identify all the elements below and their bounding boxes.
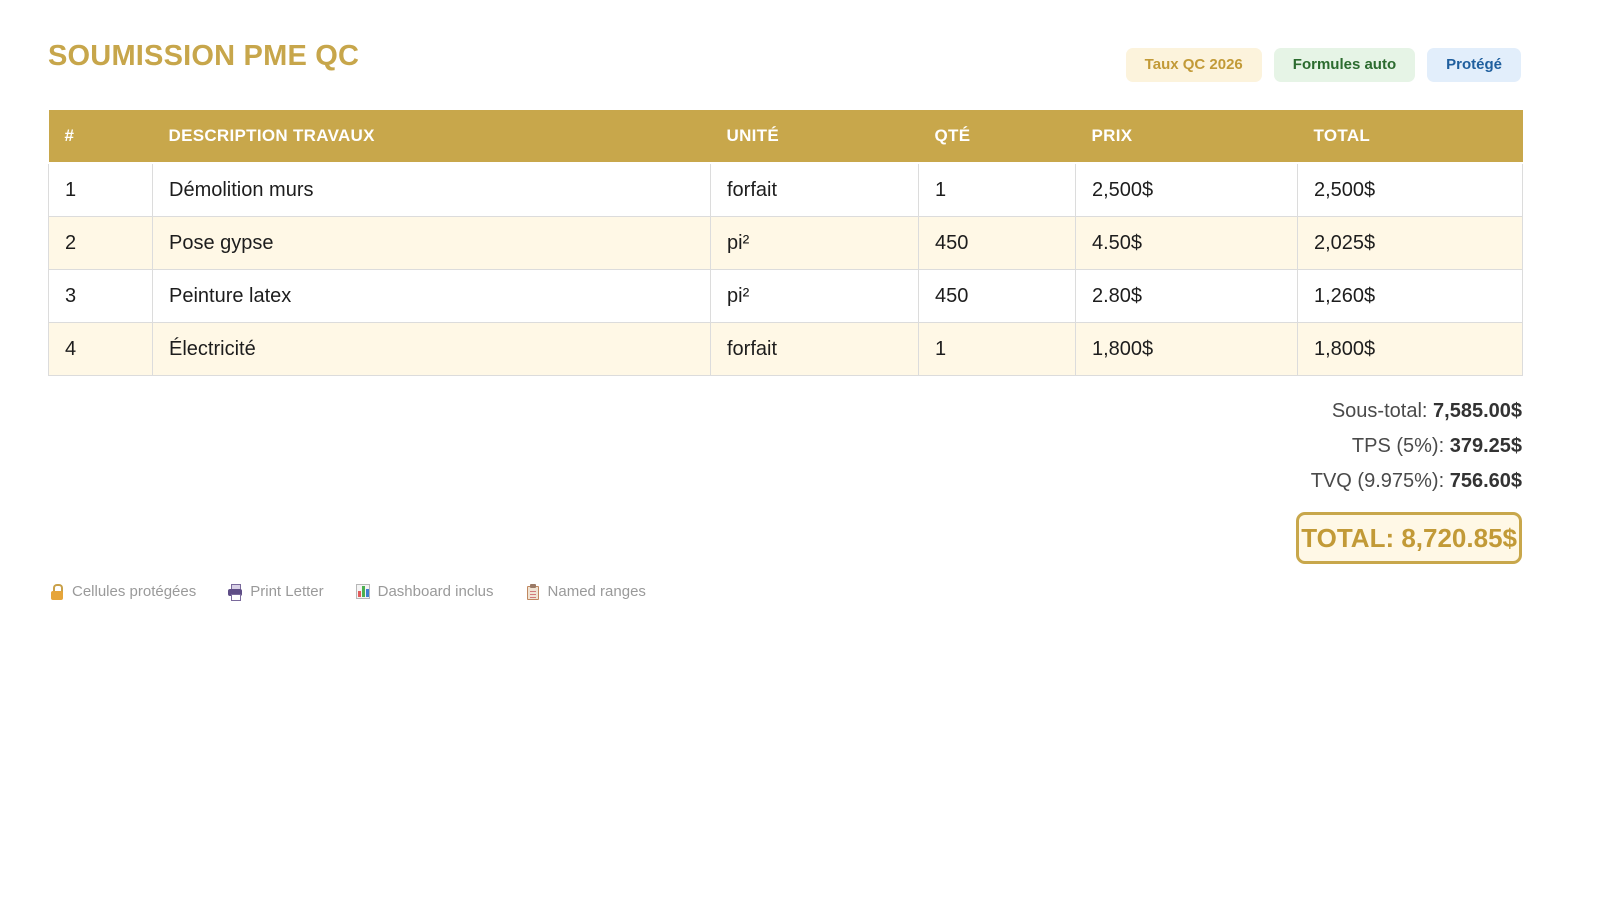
- cell-number[interactable]: 1: [48, 162, 153, 217]
- tps-label: TPS (5%):: [1351, 435, 1445, 457]
- cell-description[interactable]: Peinture latex: [152, 269, 711, 323]
- cell-quantity[interactable]: 450: [918, 269, 1076, 323]
- subtotal-value: 7,585.00$: [1433, 400, 1522, 422]
- tps-value: 379.25$: [1449, 435, 1522, 457]
- feature-dashboard: Dashboard inclus: [355, 583, 494, 600]
- rate-badge: Taux QC 2026: [1125, 48, 1262, 82]
- clipboard-icon: [526, 583, 540, 600]
- column-header-quantity: QTÉ: [918, 110, 1076, 164]
- cell-total[interactable]: 2,500$: [1297, 162, 1523, 217]
- feature-protected-cells: Cellules protégées: [50, 583, 196, 600]
- table-row: 3 Peinture latex pi² 450 2.80$ 1,260$: [48, 269, 1523, 323]
- cell-unit[interactable]: pi²: [710, 216, 919, 270]
- feature-label: Named ranges: [547, 583, 646, 600]
- column-header-price: PRIX: [1075, 110, 1298, 164]
- column-header-description: DESCRIPTION TRAVAUX: [152, 110, 711, 164]
- cell-price[interactable]: 2,500$: [1075, 162, 1298, 217]
- table-row: 2 Pose gypse pi² 450 4.50$ 2,025$: [48, 216, 1523, 270]
- feature-label: Cellules protégées: [72, 583, 197, 600]
- cell-description[interactable]: Pose gypse: [152, 216, 711, 270]
- feature-list: Cellules protégées Print Letter Dashboar…: [50, 583, 646, 601]
- page-title: SOUMISSION PME QC: [48, 40, 360, 72]
- tvq-value: 756.60$: [1449, 470, 1522, 492]
- tvq-line: TVQ (9.975%): 756.60$: [1311, 464, 1522, 499]
- printer-icon: [228, 583, 243, 601]
- cell-price[interactable]: 2.80$: [1075, 269, 1298, 323]
- cell-price[interactable]: 1,800$: [1075, 322, 1298, 376]
- cell-number[interactable]: 3: [48, 269, 153, 323]
- quote-sheet: SOUMISSION PME QC Taux QC 2026 Formules …: [0, 0, 1600, 920]
- subtotal-line: Sous-total: 7,585.00$: [1311, 394, 1522, 429]
- cell-description[interactable]: Démolition murs: [152, 162, 711, 217]
- column-header-number: #: [48, 110, 153, 164]
- feature-label: Print Letter: [250, 583, 324, 600]
- cell-unit[interactable]: forfait: [710, 322, 919, 376]
- grand-total: TOTAL: 8,720.85$: [1296, 512, 1522, 564]
- quote-table-container: # DESCRIPTION TRAVAUX UNITÉ QTÉ PRIX TOT…: [48, 110, 1523, 376]
- status-badges: Taux QC 2026 Formules auto Protégé: [1125, 48, 1521, 82]
- feature-print: Print Letter: [228, 583, 324, 601]
- cell-quantity[interactable]: 450: [918, 216, 1076, 270]
- cell-description[interactable]: Électricité: [152, 322, 711, 376]
- table-row: 4 Électricité forfait 1 1,800$ 1,800$: [48, 322, 1523, 376]
- column-header-total: TOTAL: [1297, 110, 1523, 164]
- cell-total[interactable]: 2,025$: [1297, 216, 1523, 270]
- table-header-row: # DESCRIPTION TRAVAUX UNITÉ QTÉ PRIX TOT…: [48, 110, 1523, 164]
- cell-quantity[interactable]: 1: [918, 322, 1076, 376]
- formulas-badge: Formules auto: [1273, 48, 1416, 82]
- table-row: 1 Démolition murs forfait 1 2,500$ 2,500…: [48, 162, 1523, 217]
- cell-number[interactable]: 4: [48, 322, 153, 376]
- totals-summary: Sous-total: 7,585.00$ TPS (5%): 379.25$ …: [1311, 394, 1522, 499]
- feature-label: Dashboard inclus: [377, 583, 494, 600]
- column-header-unit: UNITÉ: [710, 110, 919, 164]
- feature-named-ranges: Named ranges: [526, 583, 646, 600]
- cell-quantity[interactable]: 1: [918, 162, 1076, 217]
- cell-number[interactable]: 2: [48, 216, 153, 270]
- protected-badge: Protégé: [1427, 48, 1521, 82]
- cell-total[interactable]: 1,260$: [1297, 269, 1523, 323]
- bar-chart-icon: [355, 584, 370, 599]
- tvq-label: TVQ (9.975%):: [1310, 470, 1445, 492]
- cell-total[interactable]: 1,800$: [1297, 322, 1523, 376]
- tps-line: TPS (5%): 379.25$: [1311, 429, 1522, 464]
- cell-unit[interactable]: pi²: [710, 269, 919, 323]
- cell-price[interactable]: 4.50$: [1075, 216, 1298, 270]
- lock-icon: [50, 583, 64, 600]
- subtotal-label: Sous-total:: [1331, 400, 1428, 422]
- quote-table: # DESCRIPTION TRAVAUX UNITÉ QTÉ PRIX TOT…: [48, 110, 1523, 376]
- cell-unit[interactable]: forfait: [710, 162, 919, 217]
